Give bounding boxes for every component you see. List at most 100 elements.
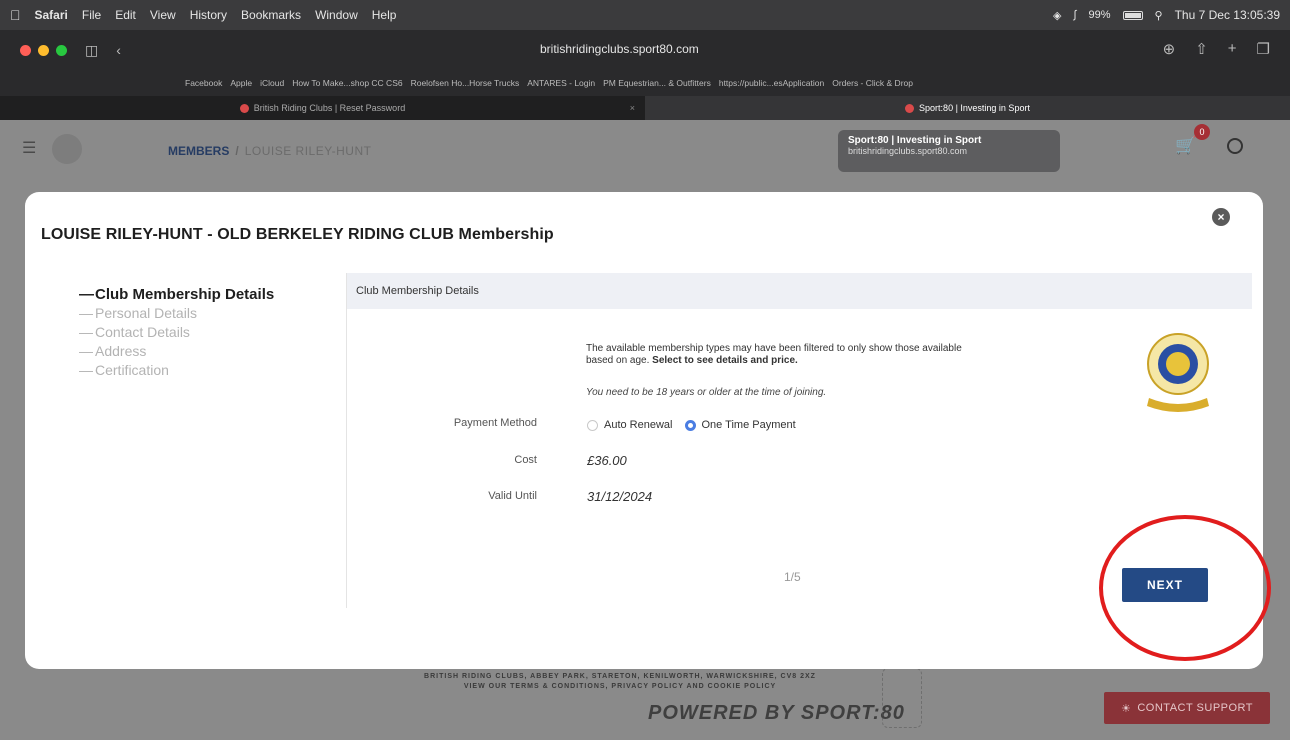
favorite-link[interactable]: Facebook <box>185 78 222 88</box>
membership-info-text: The available membership types may have … <box>586 343 1056 367</box>
sidebar-toggle-icon[interactable]: ◫ <box>85 42 98 59</box>
menu-help[interactable]: Help <box>372 8 397 22</box>
step-label: Contact Details <box>95 324 190 340</box>
step-label: Club Membership Details <box>95 286 275 303</box>
favorite-link[interactable]: ANTARES - Login <box>527 78 595 88</box>
one-time-payment-label[interactable]: One Time Payment <box>702 419 796 431</box>
favorite-link[interactable]: Apple <box>230 78 252 88</box>
info-text-prefix: based on age. <box>586 355 653 366</box>
menu-edit[interactable]: Edit <box>115 8 136 22</box>
tab-overview-icon[interactable]: ❐ <box>1257 40 1270 58</box>
favorite-link[interactable]: Orders - Click & Drop <box>832 78 913 88</box>
info-line: The available membership types may have … <box>586 343 962 354</box>
radio-one-time-payment[interactable] <box>684 419 696 431</box>
browser-toolbar: ◫ ‹ britishridingclubs.sport80.com ⊕ ⇧ +… <box>0 30 1290 70</box>
close-tab-icon[interactable]: × <box>630 103 635 113</box>
info-line: based on age. Select to see details and … <box>586 355 1056 367</box>
menu-view[interactable]: View <box>150 8 176 22</box>
step-list: — Club Membership Details — Personal Detai… <box>79 285 274 380</box>
tab-reset-password[interactable]: British Riding Clubs | Reset Password × <box>0 96 645 120</box>
tab-bar: British Riding Clubs | Reset Password × … <box>0 96 1290 120</box>
highlight-annotation-circle <box>1099 515 1271 661</box>
tooltip-title: Sport:80 | Investing in Sport <box>848 135 982 146</box>
step-dash-icon: — <box>79 362 93 378</box>
minimize-window-button[interactable] <box>38 44 49 56</box>
powered-by-sport80: POWERED BY SPORT:80 <box>648 702 905 724</box>
menu-window[interactable]: Window <box>315 8 358 22</box>
site-favicon-icon <box>239 103 249 113</box>
tab-label: British Riding Clubs | Reset Password <box>253 103 406 113</box>
zoom-window-button[interactable] <box>56 44 67 56</box>
payment-method-options: Auto Renewal One Time Payment <box>587 419 796 431</box>
tooltip-url: britishridingclubs.sport80.com <box>848 146 968 156</box>
favorite-link[interactable]: https://public...esApplication <box>719 78 824 88</box>
hamburger-menu-icon[interactable]: ☰ <box>22 138 36 158</box>
window-controls <box>20 44 67 56</box>
favorite-link[interactable]: iCloud <box>260 78 284 88</box>
step-contact-details[interactable]: — Contact Details <box>79 323 274 342</box>
favorite-link[interactable]: Roelofsen Ho...Horse Trucks <box>411 78 520 88</box>
user-account-icon[interactable] <box>1227 138 1243 154</box>
address-bar[interactable]: britishridingclubs.sport80.com <box>540 42 699 56</box>
radio-auto-renewal[interactable] <box>587 419 598 431</box>
contact-support-button[interactable]: ☀ CONTACT SUPPORT <box>1104 692 1270 724</box>
close-modal-icon[interactable]: × <box>1212 208 1230 226</box>
clock[interactable]: Thu 7 Dec 13:05:39 <box>1175 8 1280 22</box>
app-menu: Safari File Edit View History Bookmarks … <box>35 8 397 22</box>
contact-support-label: CONTACT SUPPORT <box>1137 702 1254 714</box>
battery-percent: 99% <box>1088 9 1111 21</box>
step-dash-icon: — <box>79 343 93 359</box>
footer-address-line: BRITISH RIDING CLUBS, ABBEY PARK, STARET… <box>424 673 816 680</box>
footer-policy-links[interactable]: VIEW OUR TERMS & CONDITIONS, PRIVACY POL… <box>370 682 870 692</box>
favorite-link[interactable]: PM Equestrian... & Outfitters <box>603 78 711 88</box>
cost-label: Cost <box>514 454 537 466</box>
new-tab-icon[interactable]: + <box>1228 40 1237 58</box>
menu-bookmarks[interactable]: Bookmarks <box>241 8 301 22</box>
menu-file[interactable]: File <box>82 8 101 22</box>
step-dash-icon: — <box>79 305 93 321</box>
step-pager: 1/5 <box>784 570 801 584</box>
close-window-button[interactable] <box>20 44 31 56</box>
step-club-membership-details[interactable]: — Club Membership Details <box>79 285 274 304</box>
cart-icon[interactable]: 🛒 <box>1175 136 1196 156</box>
toolbar-actions: ⊕ ⇧ + ❐ <box>1163 40 1270 58</box>
membership-modal: LOUISE RILEY-HUNT - OLD BERKELEY RIDING … <box>25 192 1263 669</box>
breadcrumb-member-name: LOUISE RILEY-HUNT <box>244 144 372 158</box>
share-icon[interactable]: ⇧ <box>1195 40 1208 58</box>
tab-sport80[interactable]: Sport:80 | Investing in Sport <box>645 96 1290 120</box>
apple-icon[interactable]:  <box>10 7 21 23</box>
payment-method-label: Payment Method <box>453 417 537 429</box>
site-favicon-icon <box>905 103 915 113</box>
favorites-bar: Facebook Apple iCloud How To Make...shop… <box>0 70 1290 96</box>
step-label: Personal Details <box>95 305 197 321</box>
club-anniversary-badge <box>1147 333 1209 412</box>
step-address[interactable]: — Address <box>79 342 274 361</box>
spotlight-search-icon[interactable]: ⚲ <box>1155 9 1163 22</box>
step-personal-details[interactable]: — Personal Details <box>79 304 274 323</box>
site-header: ☰ MEMBERS / LOUISE RILEY-HUNT 🛒 0 <box>0 120 1290 180</box>
club-logo[interactable] <box>52 134 82 164</box>
battery-icon[interactable] <box>1122 10 1143 20</box>
breadcrumb-separator: / <box>235 144 239 158</box>
valid-until-label: Valid Until <box>488 490 537 502</box>
wifi-icon[interactable]: ◈ <box>1053 9 1061 22</box>
macos-menubar:  Safari File Edit View History Bookmark… <box>0 0 1290 30</box>
downloads-icon[interactable]: ⊕ <box>1163 40 1176 58</box>
cart-count-badge: 0 <box>1194 124 1210 140</box>
panel-heading: Club Membership Details <box>347 273 1252 309</box>
cost-value: £36.00 <box>587 453 627 468</box>
favorite-link[interactable]: How To Make...shop CC CS6 <box>292 78 402 88</box>
back-icon[interactable]: ‹ <box>116 42 121 58</box>
british-riding-clubs-footer-logo <box>882 668 922 728</box>
age-requirement-note: You need to be 18 years or older at the … <box>586 387 827 398</box>
bluetooth-icon[interactable]: ∫ <box>1073 9 1076 21</box>
breadcrumb: MEMBERS / LOUISE RILEY-HUNT <box>168 144 371 158</box>
auto-renewal-label[interactable]: Auto Renewal <box>604 419 673 431</box>
menu-safari[interactable]: Safari <box>35 8 68 22</box>
step-label: Certification <box>95 362 169 378</box>
footer-address: BRITISH RIDING CLUBS, ABBEY PARK, STARET… <box>370 672 870 692</box>
menu-history[interactable]: History <box>190 8 227 22</box>
step-label: Address <box>95 343 147 359</box>
breadcrumb-members[interactable]: MEMBERS <box>168 144 229 158</box>
step-certification[interactable]: — Certification <box>79 361 274 380</box>
